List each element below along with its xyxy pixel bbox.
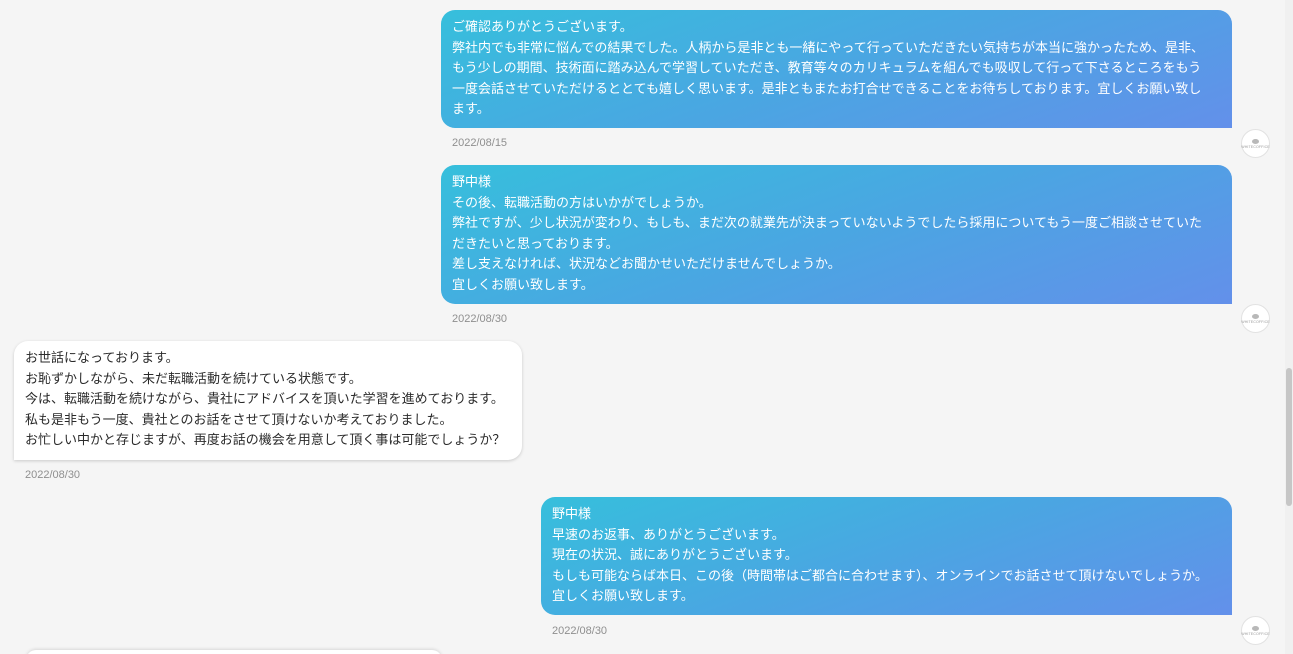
message-line: 弊社ですが、少し状況が変わり、もしも、まだ次の就業先が決まっていないようでしたら… — [452, 216, 1202, 232]
company-logo-icon — [1252, 138, 1259, 144]
avatar-label: WHITECOFFICE — [1241, 144, 1270, 149]
message-line: だきたいと思っております。 — [452, 236, 619, 252]
scrollbar-track[interactable] — [1285, 0, 1293, 654]
company-logo-icon — [1252, 625, 1259, 631]
message-line: 野中様 — [552, 507, 592, 522]
message-line: お恥ずかしながら、未だ転職活動を続けている状態です。 — [25, 371, 362, 387]
message-line: 弊社内でも非常に悩んでの結果でした。人柄から是非とも一緒にやって行っていただきた… — [452, 40, 1205, 56]
message-line: 今は、転職活動を続けながら、貴社にアドバイスを頂いた学習を進めております。 — [25, 392, 504, 408]
message-line: 宜しくお願い致します。 — [452, 277, 594, 293]
message-timestamp: 2022/08/30 — [25, 469, 81, 481]
company-avatar[interactable]: WHITECOFFICE — [1241, 129, 1270, 158]
incoming-message-bubble-partial — [26, 650, 442, 654]
incoming-message-bubble: お世話になっております。 お恥ずかしながら、未だ転職活動を続けている状態です。 … — [14, 341, 522, 460]
message-line: 一度会話させていただけるととても嬉しく思います。是非ともまたお打合せできることを… — [452, 81, 1202, 97]
chat-message-list[interactable]: ご確認ありがとうございます。 弊社内でも非常に悩んでの結果でした。人柄から是非と… — [0, 0, 1293, 654]
avatar-label: WHITECOFFICE — [1241, 319, 1270, 324]
message-line: お世話になっております。 — [25, 351, 179, 366]
company-logo-icon — [1252, 313, 1259, 319]
message-line: 現在の状況、誠にありがとうございます。 — [552, 548, 798, 564]
message-timestamp: 2022/08/15 — [452, 137, 508, 149]
message-line: 差し支えなければ、状況などお聞かせいただけませんでしょうか。 — [452, 257, 841, 273]
message-line: その後、転職活動の方はいかがでしょうか。 — [452, 195, 712, 211]
company-avatar[interactable]: WHITECOFFICE — [1241, 304, 1270, 333]
message-timestamp: 2022/08/30 — [552, 625, 608, 637]
message-line: お忙しい中かと存じますが、再度お話の機会を用意して頂く事は可能でしょうか？ — [25, 433, 506, 449]
message-line: 早速のお返事、ありがとうございます。 — [552, 527, 785, 543]
message-line: 私も是非もう一度、貴社とのお話をさせて頂けないか考えておりました。 — [25, 412, 453, 428]
message-line: 野中様 — [452, 175, 492, 190]
message-timestamp: 2022/08/30 — [452, 313, 508, 325]
outgoing-message-bubble: 野中様 その後、転職活動の方はいかがでしょうか。 弊社ですが、少し状況が変わり、… — [441, 165, 1232, 304]
message-line: ご確認ありがとうございます。 — [452, 20, 633, 35]
outgoing-message-bubble: ご確認ありがとうございます。 弊社内でも非常に悩んでの結果でした。人柄から是非と… — [441, 10, 1232, 128]
scrollbar-thumb[interactable] — [1286, 368, 1292, 506]
message-line: ます。 — [452, 102, 490, 118]
outgoing-message-bubble: 野中様 早速のお返事、ありがとうございます。 現在の状況、誠にありがとうございま… — [541, 497, 1232, 615]
avatar-label: WHITECOFFICE — [1241, 631, 1270, 636]
message-line: 宜しくお願い致します。 — [552, 589, 694, 605]
company-avatar[interactable]: WHITECOFFICE — [1241, 616, 1270, 645]
message-line: もしも可能ならば本日、この後（時間帯はご都合に合わせます）、オンラインでお話させ… — [552, 568, 1208, 584]
message-line: もう少しの期間、技術面に踏み込んで学習していただき、教育等々のカリキュラムを組ん… — [452, 61, 1202, 77]
